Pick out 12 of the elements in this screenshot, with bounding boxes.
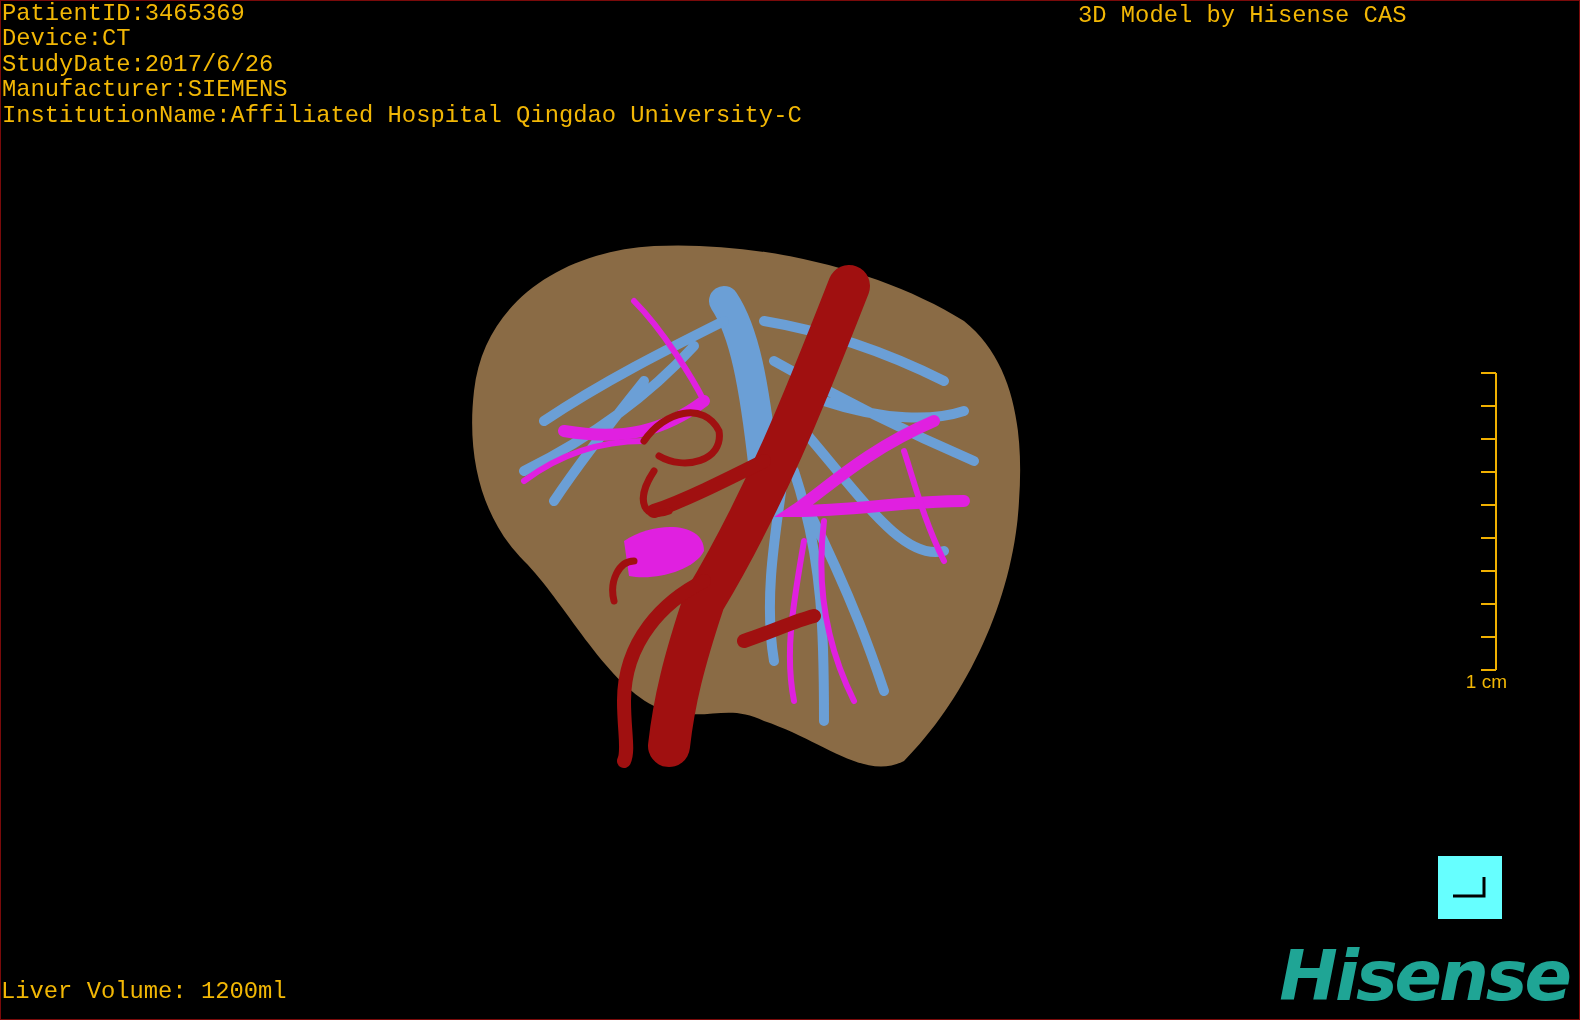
liver-volume-text: Liver Volume: 1200ml [1,979,288,1007]
info-text: Manufacturer:SIEMENS [2,77,289,103]
info-text: PatientID:3465369 [2,1,246,27]
logo-text: Hisense [1279,941,1569,1011]
scale-ruler-icon [1479,372,1500,672]
corner-button[interactable] [1438,856,1502,919]
info-text: StudyDate:2017/6/26 [2,51,275,78]
viewer-title: 3D Model by Hisense CAS [1078,1,1408,31]
info-text: InstitutionName:Affiliated Hospital Qingdao University-C [2,102,803,129]
scale-label: 1 cm [1465,671,1507,694]
corner-icon [1453,876,1487,899]
info-text: Device:CT [2,26,132,52]
